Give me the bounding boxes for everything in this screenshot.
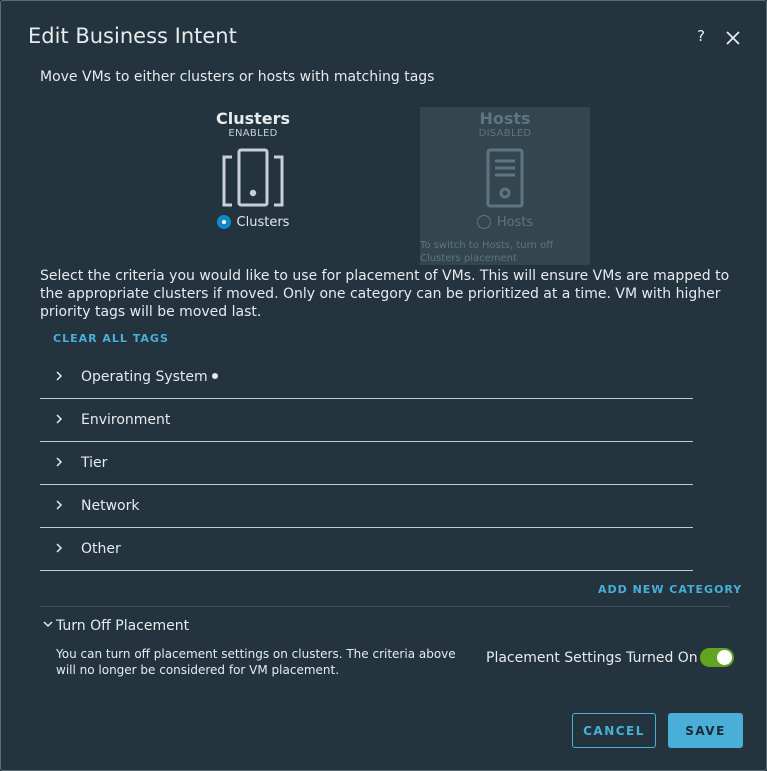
close-icon[interactable] xyxy=(723,28,743,48)
dialog-title: Edit Business Intent xyxy=(28,24,237,48)
hosts-option-state: DISABLED xyxy=(478,128,532,139)
hosts-disabled-hint: To switch to Hosts, turn off Clusters pl… xyxy=(420,240,554,264)
chevron-right-icon[interactable] xyxy=(54,370,64,382)
category-row-other[interactable]: Other xyxy=(40,528,693,571)
clusters-radio[interactable]: Clusters xyxy=(168,215,338,230)
help-icon[interactable]: ? xyxy=(697,27,705,45)
category-label: Other xyxy=(81,541,121,557)
clusters-radio-label: Clusters xyxy=(236,215,290,230)
category-label: Operating System xyxy=(81,369,218,385)
category-row-environment[interactable]: Environment xyxy=(40,399,693,442)
placement-toggle-label: Placement Settings Turned On xyxy=(486,650,698,666)
hosts-radio-button xyxy=(476,215,491,229)
chevron-right-icon[interactable] xyxy=(54,456,64,468)
category-list: Operating System Environment Tier Networ… xyxy=(40,356,693,571)
clusters-radio-button[interactable] xyxy=(216,215,231,229)
category-row-network[interactable]: Network xyxy=(40,485,693,528)
dialog-subtitle: Move VMs to either clusters or hosts wit… xyxy=(40,69,435,85)
category-row-tier[interactable]: Tier xyxy=(40,442,693,485)
clear-all-tags-link[interactable]: CLEAR ALL TAGS xyxy=(53,332,169,345)
save-button[interactable]: SAVE xyxy=(668,713,743,748)
hosts-radio: Hosts xyxy=(420,215,590,230)
hosts-radio-label: Hosts xyxy=(496,215,534,230)
turn-off-placement-description: You can turn off placement settings on c… xyxy=(56,647,456,677)
category-label: Environment xyxy=(81,412,171,428)
clusters-option-name: Clusters xyxy=(215,109,291,128)
clusters-option[interactable]: Clusters ENABLED Clusters xyxy=(168,107,338,265)
category-label-text: Operating System xyxy=(81,369,208,385)
modified-indicator-dot xyxy=(211,373,218,379)
clusters-icon xyxy=(222,148,284,207)
turn-off-placement-title: Turn Off Placement xyxy=(56,618,190,634)
edit-business-intent-dialog: Edit Business Intent ? Move VMs to eithe… xyxy=(0,0,767,771)
chevron-right-icon[interactable] xyxy=(54,542,64,554)
chevron-right-icon[interactable] xyxy=(54,499,64,511)
chevron-down-icon[interactable] xyxy=(43,620,53,628)
host-server-icon xyxy=(486,148,524,208)
cancel-button[interactable]: CANCEL xyxy=(572,713,656,748)
category-row-operating-system[interactable]: Operating System xyxy=(40,356,693,399)
hosts-option: Hosts DISABLED Hosts To switch to Hosts,… xyxy=(420,107,590,265)
add-new-category-link[interactable]: ADD NEW CATEGORY xyxy=(598,583,742,596)
placement-settings-toggle[interactable] xyxy=(700,648,734,667)
hosts-option-name: Hosts xyxy=(479,109,531,128)
clusters-option-state: ENABLED xyxy=(228,128,278,139)
turn-off-placement-header[interactable]: Turn Off Placement xyxy=(43,618,189,634)
section-divider xyxy=(40,606,730,607)
category-label: Tier xyxy=(81,455,108,471)
criteria-description: Select the criteria you would like to us… xyxy=(40,268,730,320)
chevron-right-icon[interactable] xyxy=(54,413,64,425)
category-label: Network xyxy=(81,498,140,514)
